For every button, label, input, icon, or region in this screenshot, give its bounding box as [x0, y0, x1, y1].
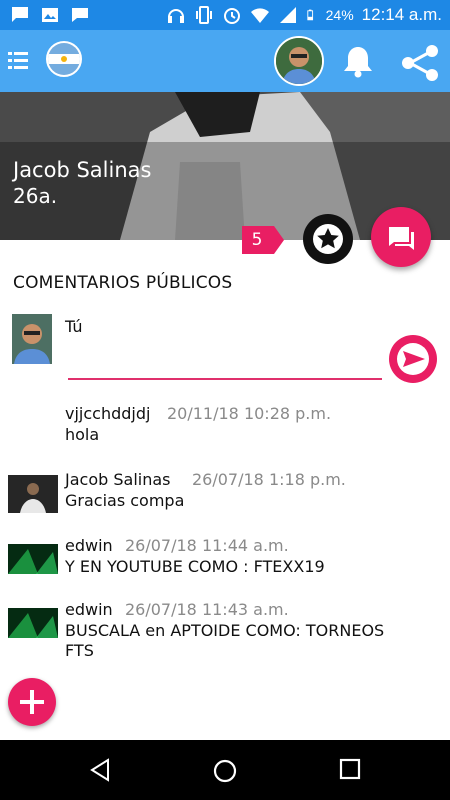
comment-text: Gracias compa: [65, 491, 185, 510]
headphones-icon: [167, 9, 184, 23]
message-icon: [12, 7, 28, 22]
comment-avatar: [8, 475, 58, 513]
comment-text: hola: [65, 425, 100, 444]
share-icon[interactable]: [398, 43, 442, 83]
comment-date: 20/11/18 10:28 p.m.: [167, 404, 332, 423]
back-icon[interactable]: [88, 758, 112, 782]
forum-icon: [389, 227, 414, 250]
clock: 12:14 a.m.: [361, 5, 442, 24]
recents-icon[interactable]: [339, 758, 361, 780]
comment-date: 26/07/18 11:44 a.m.: [125, 536, 289, 555]
star-count-badge: 5: [242, 226, 284, 254]
comment-input[interactable]: [68, 334, 382, 380]
comment-author: Jacob Salinas: [65, 470, 171, 489]
profile-avatar[interactable]: [274, 36, 324, 86]
argentina-flag[interactable]: [46, 41, 82, 77]
status-bar: 24% 12:14 a.m.: [0, 0, 450, 30]
system-nav-bar: [0, 740, 450, 800]
chat-button[interactable]: [371, 207, 431, 267]
chat-icon: [72, 8, 88, 22]
my-avatar: [12, 314, 52, 364]
plus-icon: [20, 690, 44, 714]
send-button[interactable]: [388, 334, 438, 384]
wifi-icon: [250, 8, 269, 23]
home-icon[interactable]: [212, 758, 238, 784]
alarm-icon: [223, 8, 240, 24]
comment-date: 26/07/18 11:43 a.m.: [125, 600, 289, 619]
signal-icon: [279, 7, 296, 23]
comment-date: 26/07/18 1:18 p.m.: [192, 470, 346, 489]
image-icon: [42, 8, 58, 22]
profile-age: 26a.: [13, 184, 58, 208]
battery-level: 24%: [325, 7, 354, 23]
comment-author: vjjcchddjdj: [65, 404, 151, 423]
favorite-star-button[interactable]: [302, 213, 354, 265]
comment-text: Y EN YOUTUBE COMO : FTEXX19: [65, 557, 325, 576]
comment-author: edwin: [65, 600, 113, 619]
comment-author: edwin: [65, 536, 113, 555]
battery-icon: [306, 9, 313, 21]
comment-text: BUSCALA en APTOIDE COMO: TORNEOS FTS: [65, 621, 385, 660]
profile-name: Jacob Salinas: [13, 158, 152, 182]
section-title: COMENTARIOS PÚBLICOS: [13, 273, 233, 293]
comment-avatar: [8, 544, 58, 574]
menu-icon[interactable]: [8, 50, 28, 72]
vibrate-icon: [195, 6, 212, 24]
add-button[interactable]: [8, 678, 56, 726]
comment-avatar: [8, 608, 58, 638]
bell-icon[interactable]: [340, 43, 376, 79]
